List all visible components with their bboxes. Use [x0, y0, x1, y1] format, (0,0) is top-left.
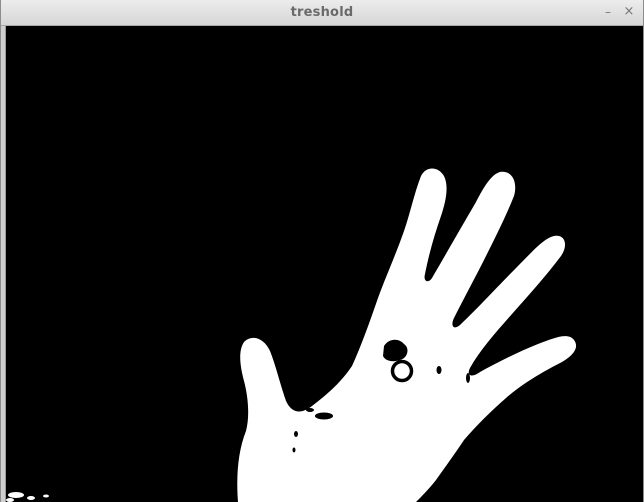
noise-speck — [294, 431, 298, 437]
noise-speck — [306, 408, 314, 412]
noise-speck-white — [6, 498, 14, 502]
noise-speck — [292, 447, 296, 453]
noise-speck — [315, 412, 333, 420]
noise-speck-white — [8, 492, 24, 498]
threshold-image-canvas — [6, 26, 643, 502]
noise-speck-white — [43, 494, 49, 498]
noise-speck — [436, 366, 442, 374]
threshold-window: treshold – × — [0, 0, 644, 502]
title-bar[interactable]: treshold – × — [1, 0, 643, 26]
hand-silhouette-image — [6, 26, 643, 502]
window-title: treshold — [290, 5, 354, 20]
minimize-button[interactable]: – — [601, 5, 615, 19]
noise-speck-white — [27, 496, 35, 500]
noise-speck — [466, 373, 470, 383]
close-button[interactable]: × — [622, 5, 636, 19]
